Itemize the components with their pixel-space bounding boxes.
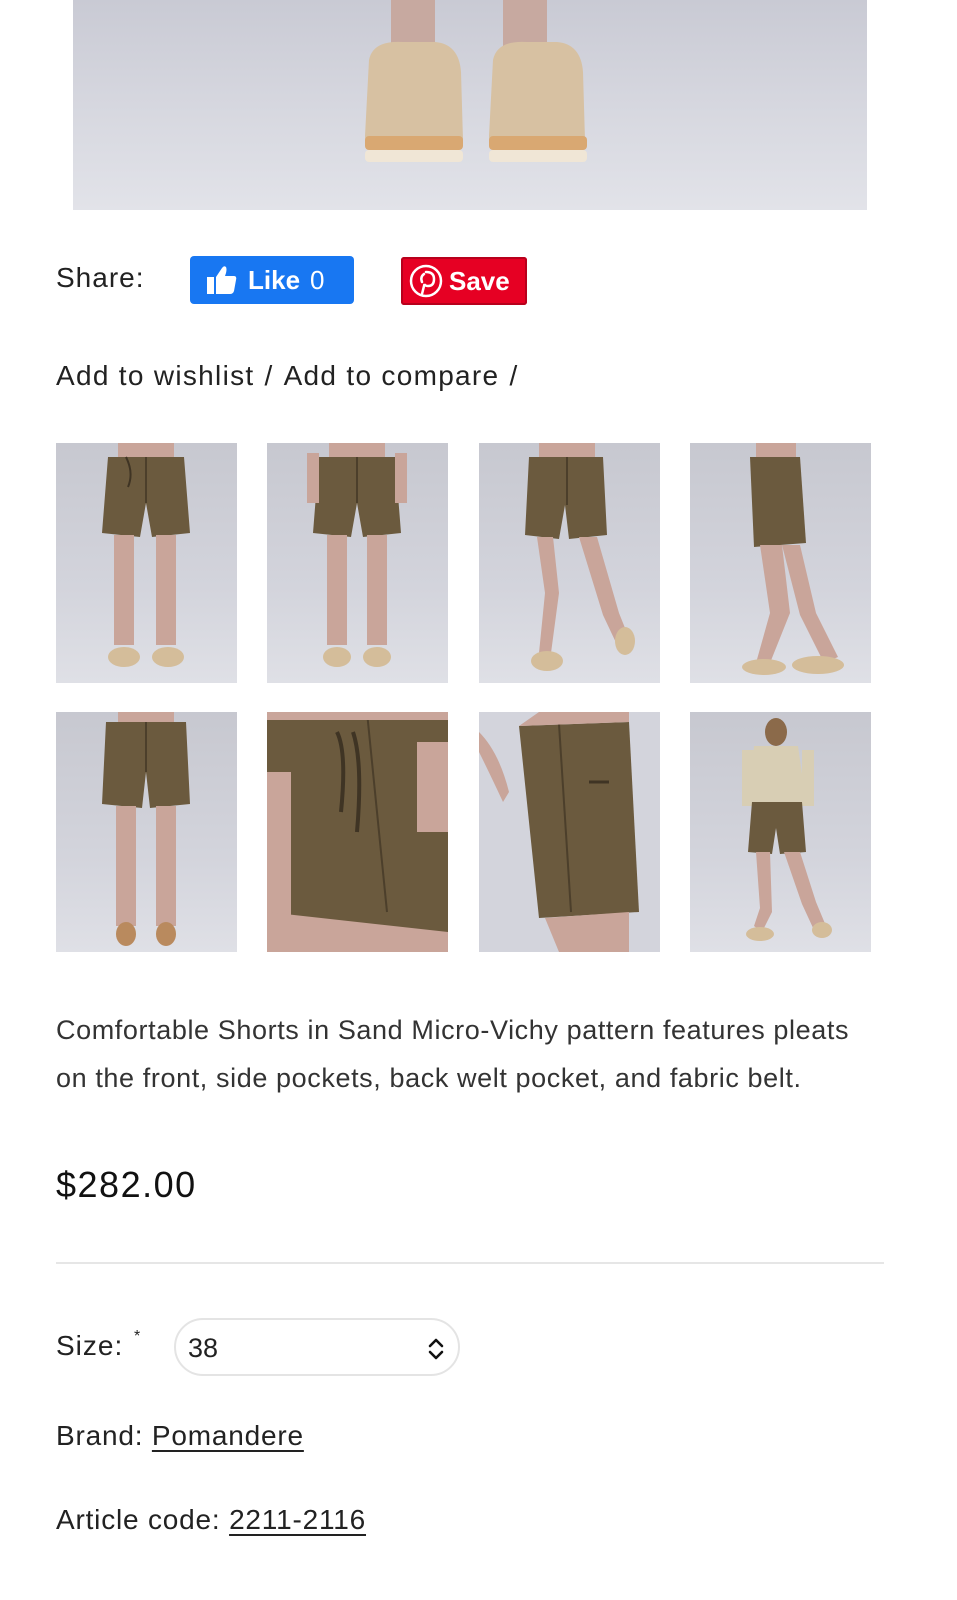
facebook-like-count: 0	[310, 264, 325, 295]
share-row: Share: Like 0 Save	[56, 254, 656, 305]
thumbnail-outfit[interactable]	[690, 712, 871, 952]
shorts-back-photo	[102, 712, 190, 946]
share-label: Share:	[56, 262, 145, 293]
thumbs-up-icon	[207, 266, 237, 294]
thumbnail-back[interactable]	[56, 712, 237, 952]
select-arrows-icon	[428, 1338, 444, 1360]
add-to-compare-link[interactable]: Add to compare	[284, 360, 500, 391]
thumbnail-front[interactable]	[56, 443, 237, 683]
product-price: $282.00	[56, 1164, 197, 1205]
pinterest-save-label: Save	[449, 265, 510, 296]
add-to-wishlist-link[interactable]: Add to wishlist	[56, 360, 254, 391]
shorts-detail-photo	[479, 712, 660, 952]
thumbnail-side[interactable]	[690, 443, 871, 683]
facebook-like-label: Like	[248, 264, 301, 295]
separator: /	[509, 360, 519, 391]
facebook-like-button[interactable]: Like 0	[190, 256, 354, 304]
full-outfit-photo	[742, 718, 832, 941]
shorts-detail-photo	[267, 712, 448, 952]
shorts-front-photo	[102, 443, 190, 667]
product-actions: Add to wishlist / Add to compare /	[56, 360, 529, 392]
size-label: Size:	[56, 1330, 124, 1361]
thumbnail-front-walking[interactable]	[479, 443, 660, 683]
separator: /	[264, 360, 274, 391]
main-product-image[interactable]	[73, 0, 867, 210]
size-selector-row: Size: * 38	[56, 1318, 556, 1378]
brand-row: Brand: Pomandere	[56, 1420, 304, 1452]
thumbnail-front-pockets[interactable]	[267, 443, 448, 683]
feet-in-mules-illustration	[365, 0, 587, 162]
article-code-link[interactable]: 2211-2116	[229, 1504, 366, 1535]
brand-link[interactable]: Pomandere	[152, 1420, 304, 1451]
shorts-side-photo	[742, 443, 844, 675]
divider	[56, 1262, 884, 1264]
pinterest-save-button[interactable]: Save	[401, 257, 527, 305]
thumbnail-detail-pocket[interactable]	[479, 712, 660, 952]
article-code-label: Article code:	[56, 1504, 221, 1535]
thumbnail-detail-belt[interactable]	[267, 712, 448, 952]
article-code-row: Article code: 2211-2116	[56, 1504, 366, 1536]
required-mark: *	[134, 1328, 141, 1345]
shorts-front-photo	[307, 443, 407, 667]
shorts-walking-photo	[525, 443, 635, 671]
size-select[interactable]: 38	[174, 1318, 460, 1376]
size-selected-value: 38	[188, 1333, 219, 1363]
product-description: Comfortable Shorts in Sand Micro-Vichy p…	[56, 1015, 850, 1093]
brand-label: Brand:	[56, 1420, 144, 1451]
pinterest-icon	[409, 264, 443, 298]
